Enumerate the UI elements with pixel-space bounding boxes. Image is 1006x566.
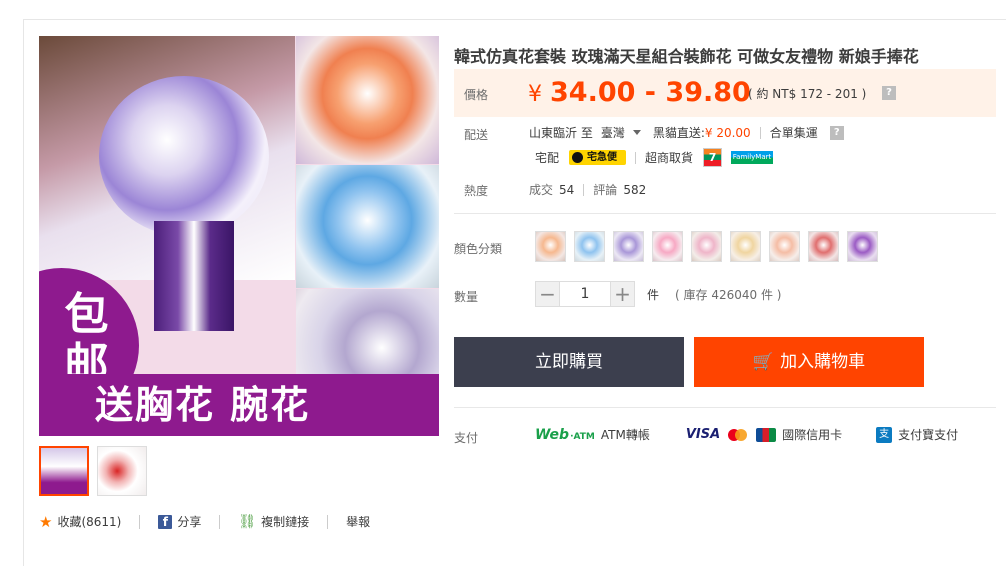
variant-swatch[interactable] <box>730 231 761 262</box>
divider <box>759 126 761 139</box>
favorite-link[interactable]: ★ 收藏(8611) <box>39 513 121 530</box>
variant-swatch[interactable] <box>613 231 644 262</box>
help-icon[interactable]: ? <box>829 125 844 140</box>
sold-label: 成交 <box>529 183 554 197</box>
increase-button[interactable]: + <box>610 281 635 307</box>
seven-eleven-logo: 7 <box>703 148 723 167</box>
black-cat-logo: 宅急便 <box>569 150 627 165</box>
social-bar: ★ 收藏(8611) f 分享 ⛓ 複制鏈接 舉報 <box>39 513 370 530</box>
visa-logo: VISA <box>685 427 721 442</box>
report-label: 舉報 <box>346 515 371 529</box>
payment-label: 支付 <box>454 431 479 445</box>
ship-from: 山東臨沂 至 <box>529 126 593 140</box>
decrease-button[interactable]: − <box>535 281 560 307</box>
variant-swatch[interactable] <box>574 231 605 262</box>
price-ntd: ( 約 NT$ 172 - 201 ) <box>748 87 867 101</box>
sold-count: 54 <box>559 182 575 197</box>
bouquet-flowers <box>99 76 269 236</box>
bouquet-ribbon <box>154 221 234 331</box>
reviews-label: 評論 <box>593 183 618 197</box>
favorite-label: 收藏(8611) <box>57 515 122 529</box>
quantity-label: 數量 <box>454 290 479 304</box>
divider <box>454 213 996 214</box>
home-delivery-label: 宅配 <box>535 151 560 165</box>
familymart-logo: FamilyMart <box>731 151 774 164</box>
blue-bouquet-tile <box>296 165 439 288</box>
divider <box>219 514 221 529</box>
alipay-label: 支付寶支付 <box>898 428 959 442</box>
variant-swatch[interactable] <box>691 231 722 262</box>
price-panel: 價格 ¥34.00 - 39.80 ( 約 NT$ 172 - 201 ) ? <box>454 69 996 117</box>
stats-row: 成交 54 評論 582 <box>529 181 646 198</box>
variant-label: 顏色分類 <box>454 242 503 256</box>
direct-ship-price: ¥ 20.00 <box>704 125 751 140</box>
destination-select[interactable]: 臺灣 <box>601 124 625 141</box>
quantity-stepper: − 1 + 件 ( 庫存 426040 件 ) <box>535 281 781 307</box>
divider <box>327 514 329 529</box>
cart-icon: 🛒 <box>752 352 775 372</box>
copy-link[interactable]: ⛓ 複制鏈接 <box>238 513 309 530</box>
atm-transfer-label: ATM轉帳 <box>600 428 650 442</box>
webatm-text: Web <box>535 426 570 443</box>
thumbnail-list <box>39 446 147 496</box>
variant-swatch[interactable] <box>535 231 566 262</box>
variant-swatches <box>535 231 878 262</box>
share-label: 分享 <box>177 515 202 529</box>
heat-label: 熱度 <box>464 184 489 198</box>
thumbnail-2[interactable] <box>97 446 147 496</box>
quantity-unit: 件 <box>647 287 660 302</box>
report-link[interactable]: 舉報 <box>346 513 370 530</box>
divider <box>454 407 996 408</box>
promo-circle-line1: 包 <box>64 289 109 340</box>
copy-link-label: 複制鏈接 <box>261 515 310 529</box>
shipping-row: 山東臨沂 至 臺灣 黑貓直送: ¥ 20.00 合單集運 ? <box>529 124 844 141</box>
chevron-down-icon[interactable] <box>632 130 641 135</box>
price-range: ¥34.00 - 39.80 <box>528 77 751 108</box>
currency-symbol: ¥ <box>528 82 542 107</box>
facebook-icon: f <box>158 514 173 529</box>
divider <box>583 183 585 196</box>
share-link[interactable]: f 分享 <box>158 513 201 530</box>
price-label: 價格 <box>464 88 489 102</box>
link-icon: ⛓ <box>238 513 257 530</box>
direct-ship-label: 黑貓直送: <box>652 126 705 140</box>
jcb-logo <box>756 427 777 442</box>
shipping-label: 配送 <box>464 128 489 142</box>
product-main-image[interactable]: 包 邮 送胸花 腕花 <box>39 36 439 436</box>
divider <box>139 514 141 529</box>
variant-swatch[interactable] <box>808 231 839 262</box>
variant-swatch[interactable] <box>847 231 878 262</box>
variant-swatch[interactable] <box>769 231 800 262</box>
credit-card-label: 國際信用卡 <box>782 428 843 442</box>
orange-bouquet-tile <box>296 36 439 164</box>
mastercard-logo <box>728 428 748 442</box>
promo-band: 送胸花 腕花 <box>39 374 439 436</box>
price-value: 34.00 - 39.80 <box>550 77 751 108</box>
divider <box>635 151 637 164</box>
star-icon: ★ <box>39 512 53 531</box>
help-icon[interactable]: ? <box>882 86 896 100</box>
buy-now-button[interactable]: 立即購買 <box>454 337 684 387</box>
product-title: 韓式仿真花套裝 玫瑰滿天星組合裝飾花 可做女友禮物 新娘手捧花 <box>454 47 919 66</box>
thumbnail-1[interactable] <box>39 446 89 496</box>
add-to-cart-button[interactable]: 🛒 加入購物車 <box>694 337 924 387</box>
combine-shipping: 合單集運 <box>769 126 818 140</box>
quantity-input[interactable]: 1 <box>560 281 610 307</box>
reviews-count: 582 <box>623 182 647 197</box>
webatm-logo: Web·ATM <box>535 427 595 443</box>
store-pickup-label: 超商取貨 <box>645 151 694 165</box>
payment-methods: Web·ATM ATM轉帳 VISA 國際信用卡 支 支付寶支付 <box>535 426 958 443</box>
variant-swatch[interactable] <box>652 231 683 262</box>
alipay-icon: 支 <box>876 426 893 443</box>
delivery-options: 宅配 宅急便 超商取貨 7 FamilyMart <box>535 148 774 167</box>
add-to-cart-label: 加入購物車 <box>780 352 866 372</box>
stock-count: ( 庫存 426040 件 ) <box>675 287 782 302</box>
webatm-small: ·ATM <box>570 431 595 442</box>
